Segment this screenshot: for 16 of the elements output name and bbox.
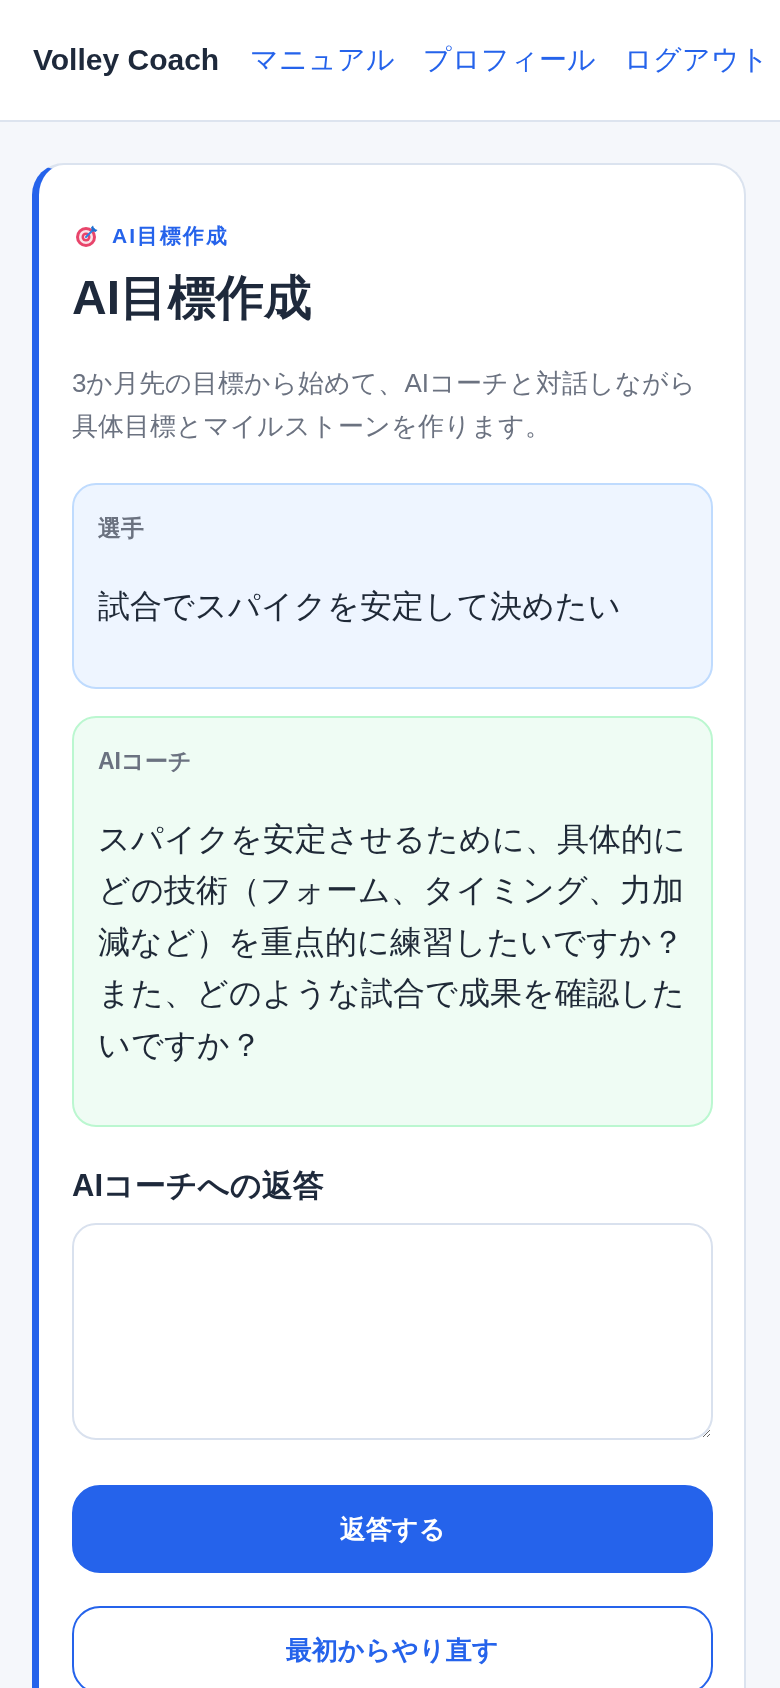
target-icon [76, 225, 98, 247]
submit-button[interactable]: 返答する [72, 1485, 713, 1573]
speaker-name: AIコーチ [98, 746, 193, 776]
app-title: Volley Coach [33, 43, 220, 77]
nav-link[interactable]: マニュアル [250, 41, 396, 79]
speaker-name: 選手 [98, 514, 145, 543]
nav-link[interactable]: プロフィール [423, 41, 597, 79]
reply-label: AIコーチへの返答 [72, 1167, 325, 1205]
message-text: スパイクを安定させるために、具体的にどの技術（フォーム、タイミング、力加減など）を重点的に練習したいですか？また、どのような試合で成果を確認したいですか？ [98, 819, 687, 1065]
page-title: AI目標作成 [72, 270, 313, 326]
section-label: AI目標作成 [112, 223, 229, 249]
reply-input[interactable] [72, 1223, 713, 1440]
message-text: 試合でスパイクを安定して決めたい [98, 587, 622, 626]
page-description: 3か月先の目標から始めて、AIコーチと対話しながら具体目標とマイルストーンを作ります。 [72, 367, 698, 443]
nav-link[interactable]: ログアウト [624, 41, 770, 79]
restart-button[interactable]: 最初からやり直す [72, 1606, 713, 1688]
